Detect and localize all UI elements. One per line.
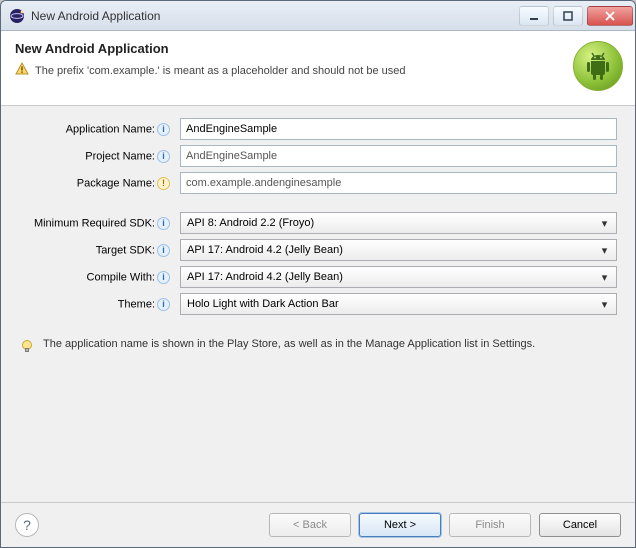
chevron-down-icon: ▾ <box>597 298 612 311</box>
titlebar: New Android Application <box>1 1 635 31</box>
row-target-sdk: Target SDK:i API 17: Android 4.2 (Jelly … <box>19 239 617 261</box>
info-icon: i <box>157 150 170 163</box>
row-project-name: Project Name:i <box>19 145 617 167</box>
finish-button[interactable]: Finish <box>449 513 531 537</box>
label-min-sdk: Minimum Required SDK:i <box>19 217 174 230</box>
theme-combo[interactable]: Holo Light with Dark Action Bar▾ <box>180 293 617 315</box>
dialog-body: New Android Application The prefix 'com.… <box>1 31 635 547</box>
label-package-name: Package Name:! <box>19 177 174 190</box>
info-icon: i <box>157 123 170 136</box>
label-compile-with: Compile With:i <box>19 271 174 284</box>
banner-warning-text: The prefix 'com.example.' is meant as a … <box>35 65 405 77</box>
label-app-name: Application Name:i <box>19 123 174 136</box>
label-project-name: Project Name:i <box>19 150 174 163</box>
page-title: New Android Application <box>15 41 573 56</box>
back-button[interactable]: < Back <box>269 513 351 537</box>
row-theme: Theme:i Holo Light with Dark Action Bar▾ <box>19 293 617 315</box>
application-name-input[interactable] <box>180 118 617 140</box>
label-target-sdk: Target SDK:i <box>19 244 174 257</box>
package-name-input[interactable] <box>180 172 617 194</box>
banner: New Android Application The prefix 'com.… <box>1 31 635 106</box>
label-theme: Theme:i <box>19 298 174 311</box>
minimize-button[interactable] <box>519 6 549 26</box>
chevron-down-icon: ▾ <box>597 217 612 230</box>
info-icon: i <box>157 244 170 257</box>
next-button[interactable]: Next > <box>359 513 441 537</box>
lightbulb-icon <box>19 338 35 354</box>
footer: ? < Back Next > Finish Cancel <box>1 502 635 547</box>
form-area: Application Name:i Project Name:i Packag… <box>1 106 635 326</box>
dialog-window: New Android Application New Android Appl… <box>0 0 636 548</box>
hint-area: The application name is shown in the Pla… <box>1 326 635 366</box>
info-icon: i <box>157 217 170 230</box>
help-button[interactable]: ? <box>15 513 39 537</box>
row-app-name: Application Name:i <box>19 118 617 140</box>
window-controls <box>515 6 633 26</box>
hint-text: The application name is shown in the Pla… <box>43 338 535 354</box>
cancel-button[interactable]: Cancel <box>539 513 621 537</box>
project-name-input[interactable] <box>180 145 617 167</box>
info-icon: i <box>157 298 170 311</box>
min-sdk-combo[interactable]: API 8: Android 2.2 (Froyo)▾ <box>180 212 617 234</box>
row-min-sdk: Minimum Required SDK:i API 8: Android 2.… <box>19 212 617 234</box>
row-package-name: Package Name:! <box>19 172 617 194</box>
chevron-down-icon: ▾ <box>597 271 612 284</box>
target-sdk-combo[interactable]: API 17: Android 4.2 (Jelly Bean)▾ <box>180 239 617 261</box>
compile-with-combo[interactable]: API 17: Android 4.2 (Jelly Bean)▾ <box>180 266 617 288</box>
warning-icon: ! <box>157 177 170 190</box>
warning-icon <box>15 62 29 79</box>
maximize-button[interactable] <box>553 6 583 26</box>
android-icon <box>573 41 623 91</box>
info-icon: i <box>157 271 170 284</box>
row-compile-with: Compile With:i API 17: Android 4.2 (Jell… <box>19 266 617 288</box>
eclipse-icon <box>9 8 25 24</box>
window-title: New Android Application <box>31 9 515 23</box>
close-button[interactable] <box>587 6 633 26</box>
chevron-down-icon: ▾ <box>597 244 612 257</box>
